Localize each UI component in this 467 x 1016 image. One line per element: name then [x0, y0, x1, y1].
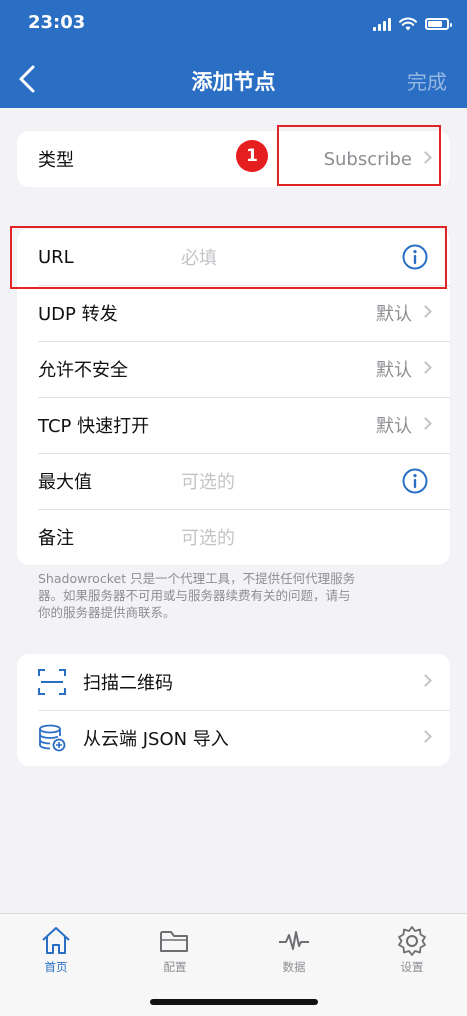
home-indicator: [150, 999, 318, 1005]
home-icon: [42, 927, 70, 954]
tab-settings[interactable]: 设置: [372, 924, 452, 975]
remark-input[interactable]: 可选的: [181, 524, 235, 550]
chevron-right-icon: [419, 361, 432, 374]
chevron-right-icon: [419, 730, 432, 743]
annotation-badge: 1: [236, 140, 268, 172]
navigation-header: 23:03 添加节点 完成: [0, 0, 467, 108]
udp-forward-value: 默认: [376, 304, 412, 325]
scan-qr-row[interactable]: 扫描二维码: [17, 654, 450, 710]
battery-icon: [425, 18, 452, 30]
udp-forward-label: UDP 转发: [38, 304, 118, 325]
tab-data-label: 数据: [282, 960, 306, 974]
disclaimer-line: Shadowrocket 只是一个代理工具，不提供任何代理服务: [38, 571, 356, 586]
chevron-right-icon: [419, 674, 432, 687]
status-icons: [373, 14, 452, 34]
type-row[interactable]: 类型 Subscribe: [17, 131, 450, 187]
tab-home[interactable]: 首页: [16, 924, 96, 975]
max-value-label: 最大值: [38, 472, 92, 493]
wifi-icon: [399, 17, 417, 31]
tab-config-label: 配置: [163, 960, 187, 974]
node-form-card: URL 必填 UDP 转发 默认 允许不安全 默认 TCP 快速打开 默认 最大…: [17, 229, 450, 565]
udp-forward-row[interactable]: UDP 转发 默认: [17, 285, 450, 341]
disclaimer-line: 器。如果服务器不可用或与服务器续费有关的问题，请与: [38, 588, 351, 603]
tcp-fast-open-row[interactable]: TCP 快速打开 默认: [17, 397, 450, 453]
scan-qr-label: 扫描二维码: [83, 673, 173, 694]
max-value-row[interactable]: 最大值 可选的: [17, 453, 450, 509]
chevron-right-icon: [419, 151, 432, 164]
url-label: URL: [38, 246, 74, 268]
page-title: 添加节点: [191, 70, 276, 94]
tab-data[interactable]: 数据: [254, 924, 334, 975]
cloud-json-import-row[interactable]: 从云端 JSON 导入: [17, 710, 450, 766]
url-input[interactable]: 必填: [181, 244, 217, 270]
status-time: 23:03: [28, 12, 86, 33]
type-value: Subscribe: [323, 148, 412, 170]
done-button[interactable]: 完成: [407, 66, 447, 95]
disclaimer-text: Shadowrocket 只是一个代理工具，不提供任何代理服务 器。如果服务器不…: [38, 570, 438, 621]
tab-home-label: 首页: [44, 960, 68, 974]
tab-settings-label: 设置: [400, 960, 424, 974]
tcp-fast-open-label: TCP 快速打开: [38, 416, 150, 437]
url-row[interactable]: URL 必填: [17, 229, 450, 285]
allow-insecure-value: 默认: [376, 360, 412, 381]
disclaimer-line: 你的服务器提供商联系。: [38, 605, 176, 620]
allow-insecure-label: 允许不安全: [38, 360, 128, 381]
tab-config[interactable]: 配置: [135, 924, 215, 975]
import-actions-card: 扫描二维码 从云端 JSON 导入: [17, 654, 450, 766]
allow-insecure-row[interactable]: 允许不安全 默认: [17, 341, 450, 397]
chevron-right-icon: [419, 417, 432, 430]
cloud-json-import-label: 从云端 JSON 导入: [83, 729, 229, 750]
cellular-signal-icon: [373, 17, 391, 31]
gear-icon: [398, 926, 426, 956]
cloud-database-import-icon: [39, 724, 66, 752]
info-icon[interactable]: [402, 244, 428, 270]
folder-icon: [160, 931, 188, 952]
remark-row[interactable]: 备注 可选的: [17, 509, 450, 565]
max-value-input[interactable]: 可选的: [181, 468, 235, 494]
info-icon[interactable]: [402, 468, 428, 494]
qr-scan-icon: [38, 669, 66, 695]
activity-icon: [279, 931, 309, 950]
chevron-right-icon: [419, 305, 432, 318]
tcp-fast-open-value: 默认: [376, 416, 412, 437]
remark-label: 备注: [38, 528, 74, 549]
type-card: 类型 Subscribe: [17, 131, 450, 187]
type-label: 类型: [38, 150, 74, 171]
